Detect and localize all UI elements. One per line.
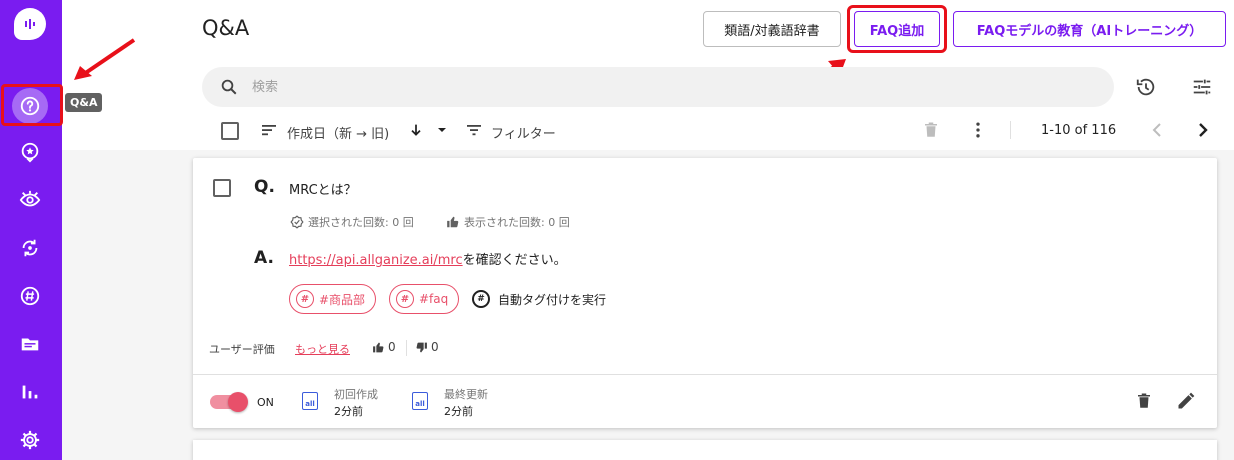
chevron-right-icon[interactable]: [1196, 122, 1210, 138]
created-label: 初回作成: [334, 388, 378, 401]
rating-more-link[interactable]: もっと見る: [295, 341, 350, 357]
filter-settings-button[interactable]: [1188, 73, 1216, 101]
annotation-arrow-sidebar: [74, 38, 136, 80]
sort-label[interactable]: 作成日（新 → 旧): [287, 123, 389, 142]
search-bar: [202, 67, 1114, 107]
dislike-count: 0: [415, 340, 439, 354]
question-text[interactable]: MRCとは？: [289, 179, 357, 198]
tag-chip[interactable]: # #faq: [389, 284, 460, 314]
faq-card-next: [193, 440, 1217, 460]
like-count-text: 0: [388, 340, 396, 354]
sort-icon: [262, 125, 276, 136]
bar-chart-icon: [22, 385, 38, 399]
answer-marker: A.: [254, 248, 274, 268]
auto-tag-label: 自動タグ付けを実行: [498, 292, 607, 307]
hashtag-icon: #: [296, 290, 314, 308]
toggle-label: ON: [257, 396, 274, 409]
created-value: 2分前: [334, 405, 363, 418]
sidebar-item-favorites[interactable]: [13, 135, 47, 169]
history-button[interactable]: [1132, 73, 1160, 101]
thumbs-up-icon: [373, 342, 384, 352]
star-badge-icon: [21, 142, 39, 163]
answer-suffix: を確認ください。: [462, 253, 567, 268]
chevron-left-icon[interactable]: [1150, 122, 1164, 138]
delete-faq-icon[interactable]: [1135, 391, 1153, 411]
gear-icon: [20, 430, 40, 450]
pagination-label: 1-10 of 116: [1041, 123, 1117, 138]
tag-label: #商品部: [319, 292, 366, 307]
card-footer-divider: [193, 374, 1217, 375]
thumbs-down-icon: [416, 342, 427, 352]
updated-value: 2分前: [444, 405, 473, 418]
toolbar-divider: [1010, 121, 1011, 139]
answer-text: https://api.allganize.ai/mrcを確認ください。: [289, 249, 567, 268]
displayed-count-text: 表示された回数: 0 回: [464, 216, 570, 229]
thesaurus-button[interactable]: 類語/対義語辞書: [703, 11, 841, 47]
sidebar-item-view[interactable]: [13, 183, 47, 217]
filter-button[interactable]: フィルター: [491, 123, 556, 142]
tune-icon: [1193, 79, 1211, 95]
history-icon: [1136, 78, 1155, 96]
rating-divider: [406, 340, 407, 356]
folder-icon: [21, 338, 39, 351]
dislike-count-text: 0: [431, 340, 439, 354]
eye-icon: [19, 190, 41, 207]
like-count: 0: [372, 340, 396, 354]
thumbs-up-icon: [447, 216, 459, 228]
question-marker: Q.: [254, 177, 275, 197]
search-icon: [221, 79, 237, 95]
more-vert-icon[interactable]: [968, 120, 988, 140]
sidebar-tooltip: Q&A: [65, 93, 103, 112]
sidebar-item-sync[interactable]: [13, 231, 47, 265]
annotation-highlight-faq-add: [847, 5, 947, 53]
displayed-count: 表示された回数: 0 回: [446, 214, 570, 230]
answer-link[interactable]: https://api.allganize.ai/mrc: [289, 253, 463, 268]
hashtag-icon: #: [472, 290, 490, 308]
sidebar-item-documents[interactable]: [13, 327, 47, 361]
app-logo-icon[interactable]: [14, 8, 46, 40]
hashtag-icon: [20, 286, 40, 306]
document-icon: all: [302, 392, 318, 410]
tag-label: #faq: [419, 292, 449, 306]
tag-chip[interactable]: # #商品部: [289, 284, 377, 314]
user-rating-label: ユーザー評価: [209, 343, 275, 356]
sync-icon: [22, 239, 38, 257]
check-badge-icon: [290, 215, 304, 229]
caret-down-icon[interactable]: [436, 126, 448, 134]
selected-count: 選択された回数: 0 回: [290, 214, 414, 230]
sidebar-item-analytics[interactable]: [13, 375, 47, 409]
hashtag-icon: #: [396, 290, 414, 308]
page-title: Q&A: [202, 16, 250, 40]
sidebar-item-settings[interactable]: [13, 423, 47, 457]
sidebar-item-tags[interactable]: [13, 279, 47, 313]
auto-tag-button[interactable]: # 自動タグ付けを実行: [472, 290, 606, 308]
annotation-highlight-sidebar: [1, 84, 63, 126]
edit-icon[interactable]: [1176, 391, 1196, 411]
updated-label: 最終更新: [444, 388, 488, 401]
ai-training-button[interactable]: FAQモデルの教育（AIトレーニング）: [953, 11, 1226, 47]
filter-icon: [467, 125, 481, 136]
delete-icon[interactable]: [922, 120, 940, 140]
arrow-down-icon[interactable]: [408, 122, 424, 138]
faq-toggle-knob[interactable]: [228, 392, 248, 412]
search-input[interactable]: [252, 75, 1092, 99]
select-all-checkbox[interactable]: [221, 122, 239, 140]
selected-count-text: 選択された回数: 0 回: [308, 216, 414, 229]
faq-select-checkbox[interactable]: [213, 179, 231, 197]
document-icon: all: [412, 392, 428, 410]
